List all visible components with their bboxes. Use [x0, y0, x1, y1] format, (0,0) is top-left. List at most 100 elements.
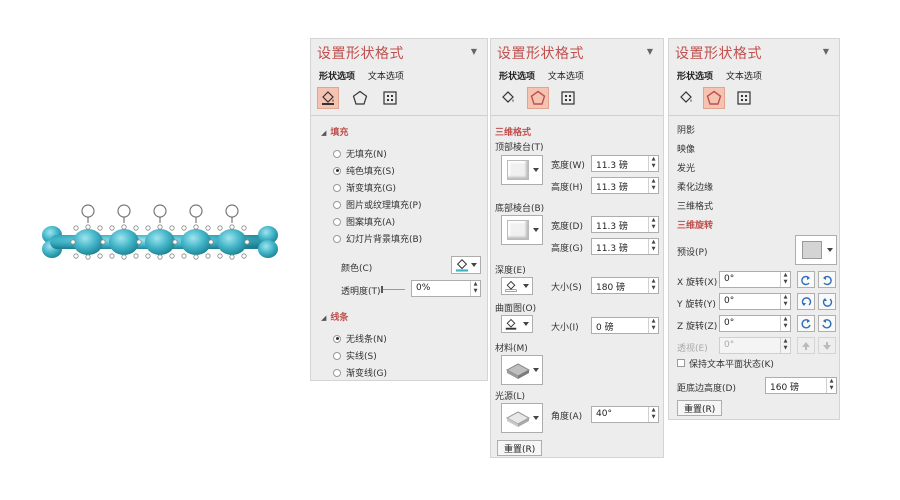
panel-title: 设置形状格式	[317, 46, 404, 62]
bottom-bevel-width-input[interactable]: 11.3 磅 ▲ ▼	[591, 216, 659, 233]
rotate-up-button[interactable]	[797, 293, 815, 310]
chevron-down-icon	[471, 263, 477, 267]
bottom-bevel-height-label: 高度(G)	[551, 244, 583, 254]
radio-button[interactable]	[333, 368, 341, 377]
radio-button[interactable]	[333, 166, 341, 175]
radio-button[interactable]	[333, 351, 341, 360]
bevel-preview-icon	[507, 160, 529, 180]
reset-button[interactable]: 重置(R)	[677, 400, 723, 416]
effect-glow[interactable]: 发光	[677, 161, 695, 174]
bottom-bevel-dropdown[interactable]	[501, 215, 543, 245]
spinner-arrows[interactable]: ▲ ▼	[780, 294, 790, 309]
size-properties-icon[interactable]	[557, 87, 579, 109]
transparency-input[interactable]: 0% ▲ ▼	[411, 280, 481, 297]
effect-3d-rotation[interactable]: 三维旋转	[677, 218, 713, 231]
depth-color-button[interactable]	[501, 277, 533, 295]
preset-label: 预设(P)	[677, 248, 708, 258]
bottom-bevel-height-input[interactable]: 11.3 磅 ▲ ▼	[591, 238, 659, 255]
spinner-arrows[interactable]: ▲ ▼	[780, 316, 790, 331]
rotate-right-button[interactable]	[818, 271, 836, 288]
tab-text-options[interactable]: 文本选项	[548, 72, 584, 82]
tab-text-options[interactable]: 文本选项	[368, 72, 404, 82]
panel-menu-icon[interactable]: ▼	[647, 47, 653, 56]
tab-shape-options[interactable]: 形状选项	[677, 72, 713, 82]
preset-preview-icon	[802, 241, 822, 259]
spinner-arrows[interactable]: ▲ ▼	[648, 407, 658, 422]
radio-button[interactable]	[333, 217, 341, 226]
line-option-solid[interactable]: 实线(S)	[333, 349, 377, 362]
fill-section-header[interactable]: ◢ 填充	[321, 125, 348, 138]
fill-option-solid[interactable]: 纯色填充(S)	[333, 164, 395, 177]
fill-option-pattern[interactable]: 图案填充(A)	[333, 215, 395, 228]
spinner-arrows[interactable]: ▲ ▼	[648, 156, 658, 171]
rotate-down-button[interactable]	[818, 293, 836, 310]
fill-option-gradient[interactable]: 渐变填充(G)	[333, 181, 396, 194]
size-properties-icon[interactable]	[733, 87, 755, 109]
radio-button[interactable]	[333, 183, 341, 192]
spinner-arrows[interactable]: ▲ ▼	[826, 378, 836, 393]
fill-option-slide-background[interactable]: 幻灯片背景填充(B)	[333, 232, 422, 245]
material-dropdown[interactable]	[501, 355, 543, 385]
effects-pentagon-icon[interactable]	[703, 87, 725, 109]
contour-size-input[interactable]: 0 磅 ▲ ▼	[591, 317, 659, 334]
radio-button[interactable]	[333, 334, 341, 343]
top-bevel-width-input[interactable]: 11.3 磅 ▲ ▼	[591, 155, 659, 172]
size-properties-icon[interactable]	[379, 87, 401, 109]
selected-3d-shape[interactable]	[40, 195, 280, 275]
3d-format-section-header: 三维格式	[495, 128, 532, 138]
panel-menu-icon[interactable]: ▼	[471, 47, 477, 56]
preset-dropdown[interactable]	[795, 235, 837, 265]
effect-reflection[interactable]: 映像	[677, 142, 695, 155]
contour-color-button[interactable]	[501, 315, 533, 333]
fill-option-none[interactable]: 无填充(N)	[333, 147, 387, 160]
tab-shape-options[interactable]: 形状选项	[499, 72, 535, 82]
effects-pentagon-icon[interactable]	[527, 87, 549, 109]
keep-text-flat-checkbox[interactable]	[677, 359, 685, 367]
effects-pentagon-icon[interactable]	[349, 87, 371, 109]
radio-button[interactable]	[333, 200, 341, 209]
rotate-clockwise-button[interactable]	[818, 315, 836, 332]
lighting-dropdown[interactable]	[501, 403, 543, 433]
z-rotation-input[interactable]: 0° ▲ ▼	[719, 315, 791, 332]
x-rotation-input[interactable]: 0° ▲ ▼	[719, 271, 791, 288]
reset-button[interactable]: 重置(R)	[497, 440, 543, 456]
effect-shadow[interactable]: 阴影	[677, 123, 695, 136]
spinner-arrows[interactable]: ▲ ▼	[648, 178, 658, 193]
top-bevel-height-input[interactable]: 11.3 磅 ▲ ▼	[591, 177, 659, 194]
transparency-slider-thumb[interactable]	[381, 286, 383, 293]
radio-button[interactable]	[333, 234, 341, 243]
spinner-arrows[interactable]: ▲ ▼	[648, 318, 658, 333]
panel-tabs: 形状选项 文本选项	[499, 69, 594, 82]
rotate-counterclockwise-button[interactable]	[797, 315, 815, 332]
line-option-gradient[interactable]: 渐变线(G)	[333, 366, 387, 379]
panel-menu-icon[interactable]: ▼	[823, 47, 829, 56]
distance-from-ground-input[interactable]: 160 磅 ▲ ▼	[765, 377, 837, 394]
line-section-header[interactable]: ◢ 线条	[321, 310, 348, 323]
option-label: 图片或纹理填充(P)	[346, 201, 422, 211]
tab-shape-options[interactable]: 形状选项	[319, 72, 355, 82]
fill-line-icon[interactable]	[497, 87, 519, 109]
tab-text-options[interactable]: 文本选项	[726, 72, 762, 82]
fill-line-icon[interactable]	[317, 87, 339, 109]
fill-option-picture[interactable]: 图片或纹理填充(P)	[333, 198, 421, 211]
depth-size-input[interactable]: 180 磅 ▲ ▼	[591, 277, 659, 294]
line-option-none[interactable]: 无线条(N)	[333, 332, 387, 345]
fill-line-icon[interactable]	[675, 87, 697, 109]
color-picker-button[interactable]	[451, 256, 481, 274]
spinner-arrows[interactable]: ▲ ▼	[648, 217, 658, 232]
spinner-arrows[interactable]: ▲ ▼	[648, 239, 658, 254]
effect-soft-edges[interactable]: 柔化边缘	[677, 180, 713, 193]
spinner-arrows[interactable]: ▲ ▼	[780, 272, 790, 287]
spinner-arrows[interactable]: ▲ ▼	[648, 278, 658, 293]
chevron-down-icon	[533, 416, 539, 420]
radio-button[interactable]	[333, 149, 341, 158]
y-rotation-input[interactable]: 0° ▲ ▼	[719, 293, 791, 310]
rotate-left-button[interactable]	[797, 271, 815, 288]
spinner-arrows[interactable]: ▲ ▼	[470, 281, 480, 296]
lighting-angle-input[interactable]: 40° ▲ ▼	[591, 406, 659, 423]
z-rotation-label: Z 旋转(Z)	[677, 322, 718, 332]
effect-3d-format[interactable]: 三维格式	[677, 199, 713, 212]
top-bevel-dropdown[interactable]	[501, 155, 543, 185]
transparency-slider-track[interactable]	[381, 289, 405, 290]
panel-divider	[669, 115, 839, 116]
